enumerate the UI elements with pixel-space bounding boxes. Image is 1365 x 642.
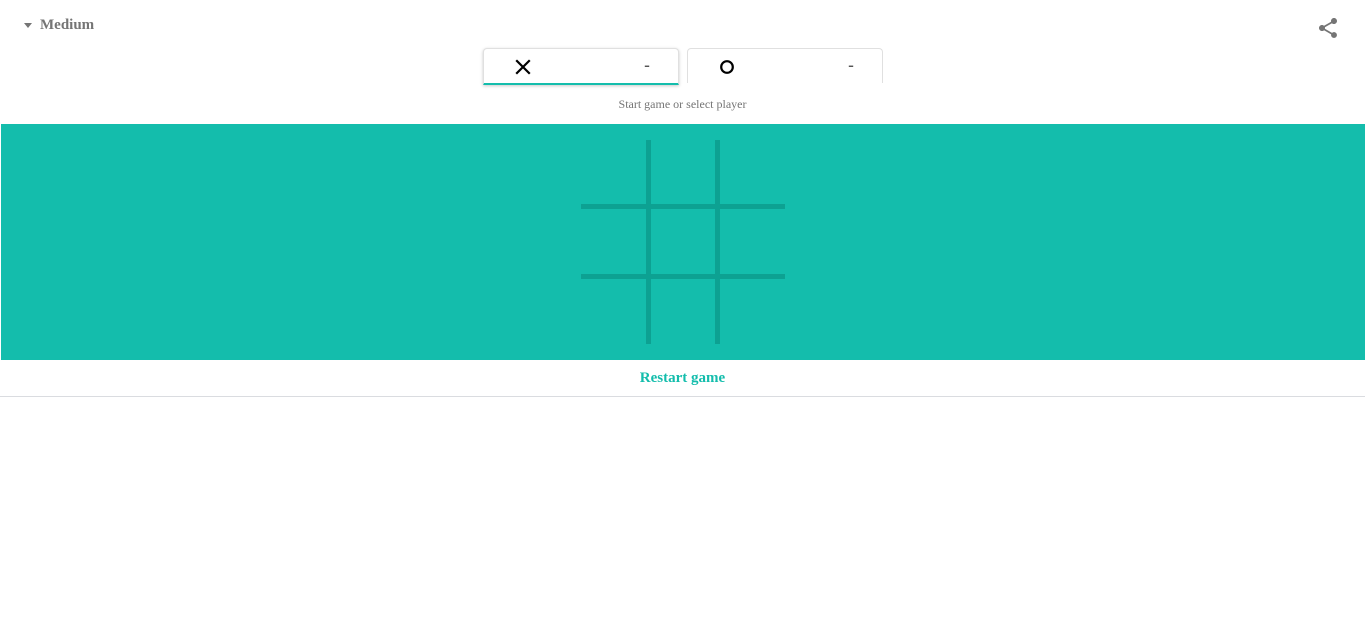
game-status: Start game or select player: [618, 97, 747, 111]
grid-line-vertical: [715, 140, 720, 344]
restart-game-button[interactable]: Restart game: [640, 370, 725, 387]
o-mark-icon: [720, 60, 734, 74]
board-cell-4[interactable]: [581, 210, 645, 274]
difficulty-label: Medium: [40, 16, 95, 33]
grid-line-horizontal: [581, 204, 785, 209]
board-cell-1[interactable]: [581, 140, 645, 204]
board-cell-5[interactable]: [651, 210, 715, 274]
tic-tac-toe-board: [581, 140, 785, 344]
grid-line-vertical: [646, 140, 651, 344]
board-cell-8[interactable]: [651, 280, 715, 344]
dropdown-caret-icon: [24, 22, 32, 28]
difficulty-dropdown[interactable]: Medium: [20, 14, 94, 36]
board-cell-7[interactable]: [581, 280, 645, 344]
grid-line-horizontal: [581, 274, 785, 279]
board-cell-3[interactable]: [721, 140, 785, 204]
player-x-score: -: [644, 55, 650, 75]
share-icon[interactable]: [1316, 16, 1340, 40]
player-selector: - -: [483, 48, 883, 85]
player-x-tab[interactable]: -: [483, 48, 679, 85]
board-cell-9[interactable]: [721, 280, 785, 344]
player-o-score: -: [848, 55, 854, 75]
player-o-tab[interactable]: -: [687, 48, 883, 83]
restart-bar: Restart game: [0, 360, 1365, 397]
board-cell-2[interactable]: [651, 140, 715, 204]
board-cell-6[interactable]: [721, 210, 785, 274]
x-mark-icon: [515, 59, 531, 75]
